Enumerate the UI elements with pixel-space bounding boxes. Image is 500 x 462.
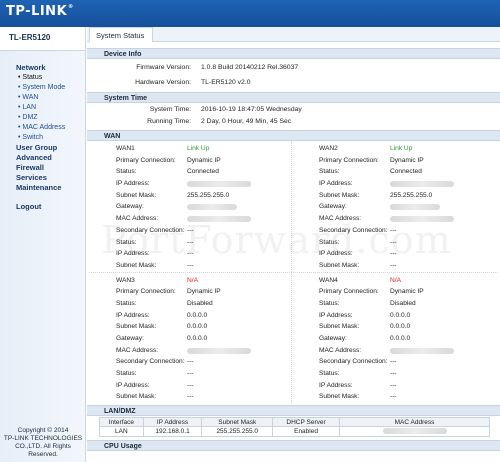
redacted-value: [382, 428, 447, 435]
system-time-label: System Time:: [149, 106, 191, 113]
system-time-row: System Time: 2016-10-19 18:47:05 Wednesd…: [87, 104, 500, 116]
wan-grid: WAN1 Link Up Primary Connection: Dynamic I…: [87, 141, 500, 272]
hardware-label: Hardware Version:: [135, 79, 191, 86]
wan2-panel: WAN2 Link Up Primary Connection: Dynamic I…: [291, 141, 493, 272]
wan1-panel: WAN1 Link Up Primary Connection: Dynamic I…: [89, 141, 291, 272]
nav-status[interactable]: • Status: [0, 73, 85, 83]
lan-table: Interface IP Address Subnet Mask DHCP Se…: [99, 417, 490, 438]
redacted-value: [187, 347, 251, 354]
table-row: LAN 192.168.0.1 255.255.255.0 Enabled: [99, 426, 490, 438]
wan-header: WAN: [87, 130, 500, 141]
link-status: N/A: [187, 276, 198, 284]
lan-dmz-header: LAN/DMZ: [87, 405, 500, 417]
nav-lan[interactable]: • LAN: [0, 103, 85, 113]
running-time-value: 2 Day, 0 Hour, 49 Min, 45 Sec: [201, 118, 292, 125]
system-time-header: System Time: [87, 92, 500, 103]
wan3-panel: WAN3 N/A Primary Connection: Dynamic IP St…: [89, 273, 291, 404]
link-status: Link Up: [390, 145, 413, 152]
firmware-label: Firmware Version:: [136, 64, 191, 71]
nav-user-group[interactable]: User Group: [0, 143, 85, 153]
redacted-value: [390, 216, 454, 223]
wan4-panel: WAN4 N/A Primary Connection: Dynamic IP St…: [291, 272, 493, 404]
nav-network[interactable]: Network: [0, 63, 85, 73]
wan-port-name: WAN2: [319, 145, 338, 152]
wan-port-name: WAN1: [116, 145, 135, 152]
redacted-value: [187, 216, 251, 223]
copyright: Copyright © 2014 TP-LINK TECHNOLOGIES CO…: [3, 427, 83, 458]
redacted-value: [390, 204, 440, 211]
link-status: Link Up: [187, 145, 210, 152]
nav-wan[interactable]: • WAN: [0, 93, 85, 103]
running-time-label: Running Time:: [147, 118, 191, 125]
model-name: TL-ER5120: [0, 27, 85, 51]
lan-table-header: Interface IP Address Subnet Mask DHCP Se…: [99, 417, 490, 428]
nav-dmz[interactable]: • DMZ: [0, 113, 85, 123]
cpu-usage-header: CPU Usage: [87, 440, 500, 452]
nav-mac-address[interactable]: • MAC Address: [0, 123, 85, 133]
nav-menu: Network • Status • System Mode • WAN • L…: [0, 51, 85, 212]
system-time-value: 2016-10-19 18:47:05 Wednesday: [201, 106, 302, 113]
device-info-header: Device Info: [87, 48, 500, 59]
wan-port-name: WAN3: [116, 276, 135, 284]
hardware-value: TL-ER5120 v2.0: [201, 79, 251, 86]
redacted-value: [187, 181, 251, 188]
wan-grid-lower: WAN3 N/A Primary Connection: Dynamic IP St…: [87, 272, 500, 404]
nav-maintenance[interactable]: Maintenance: [0, 183, 85, 193]
link-status: N/A: [390, 276, 401, 284]
hardware-row: Hardware Version: TL-ER5120 v2.0: [87, 77, 500, 89]
running-time-row: Running Time: 2 Day, 0 Hour, 49 Min, 45 …: [87, 116, 500, 128]
header-bar: TP-LINK®: [0, 0, 500, 27]
nav-advanced[interactable]: Advanced: [0, 153, 85, 163]
redacted-value: [390, 347, 454, 354]
tab-system-status[interactable]: System Status: [89, 27, 154, 42]
nav-switch[interactable]: • Switch: [0, 133, 85, 143]
nav-logout[interactable]: Logout: [0, 202, 85, 212]
nav-firewall[interactable]: Firewall: [0, 163, 85, 173]
sidebar: TL-ER5120 Network • Status • System Mode…: [0, 27, 86, 462]
nav-services[interactable]: Services: [0, 173, 85, 183]
redacted-value: [187, 204, 237, 211]
firmware-value: 1.0.8 Build 20140212 Rel.36037: [201, 64, 299, 71]
tp-link-logo: TP-LINK®: [6, 4, 74, 19]
firmware-row: Firmware Version: 1.0.8 Build 20140212 R…: [87, 62, 500, 74]
wan-port-name: WAN4: [319, 276, 338, 284]
tab-bar: System Status: [87, 27, 500, 42]
nav-system-mode[interactable]: • System Mode: [0, 83, 85, 93]
main-content: System Status Device Info Firmware Versi…: [87, 27, 500, 462]
redacted-value: [390, 181, 454, 188]
